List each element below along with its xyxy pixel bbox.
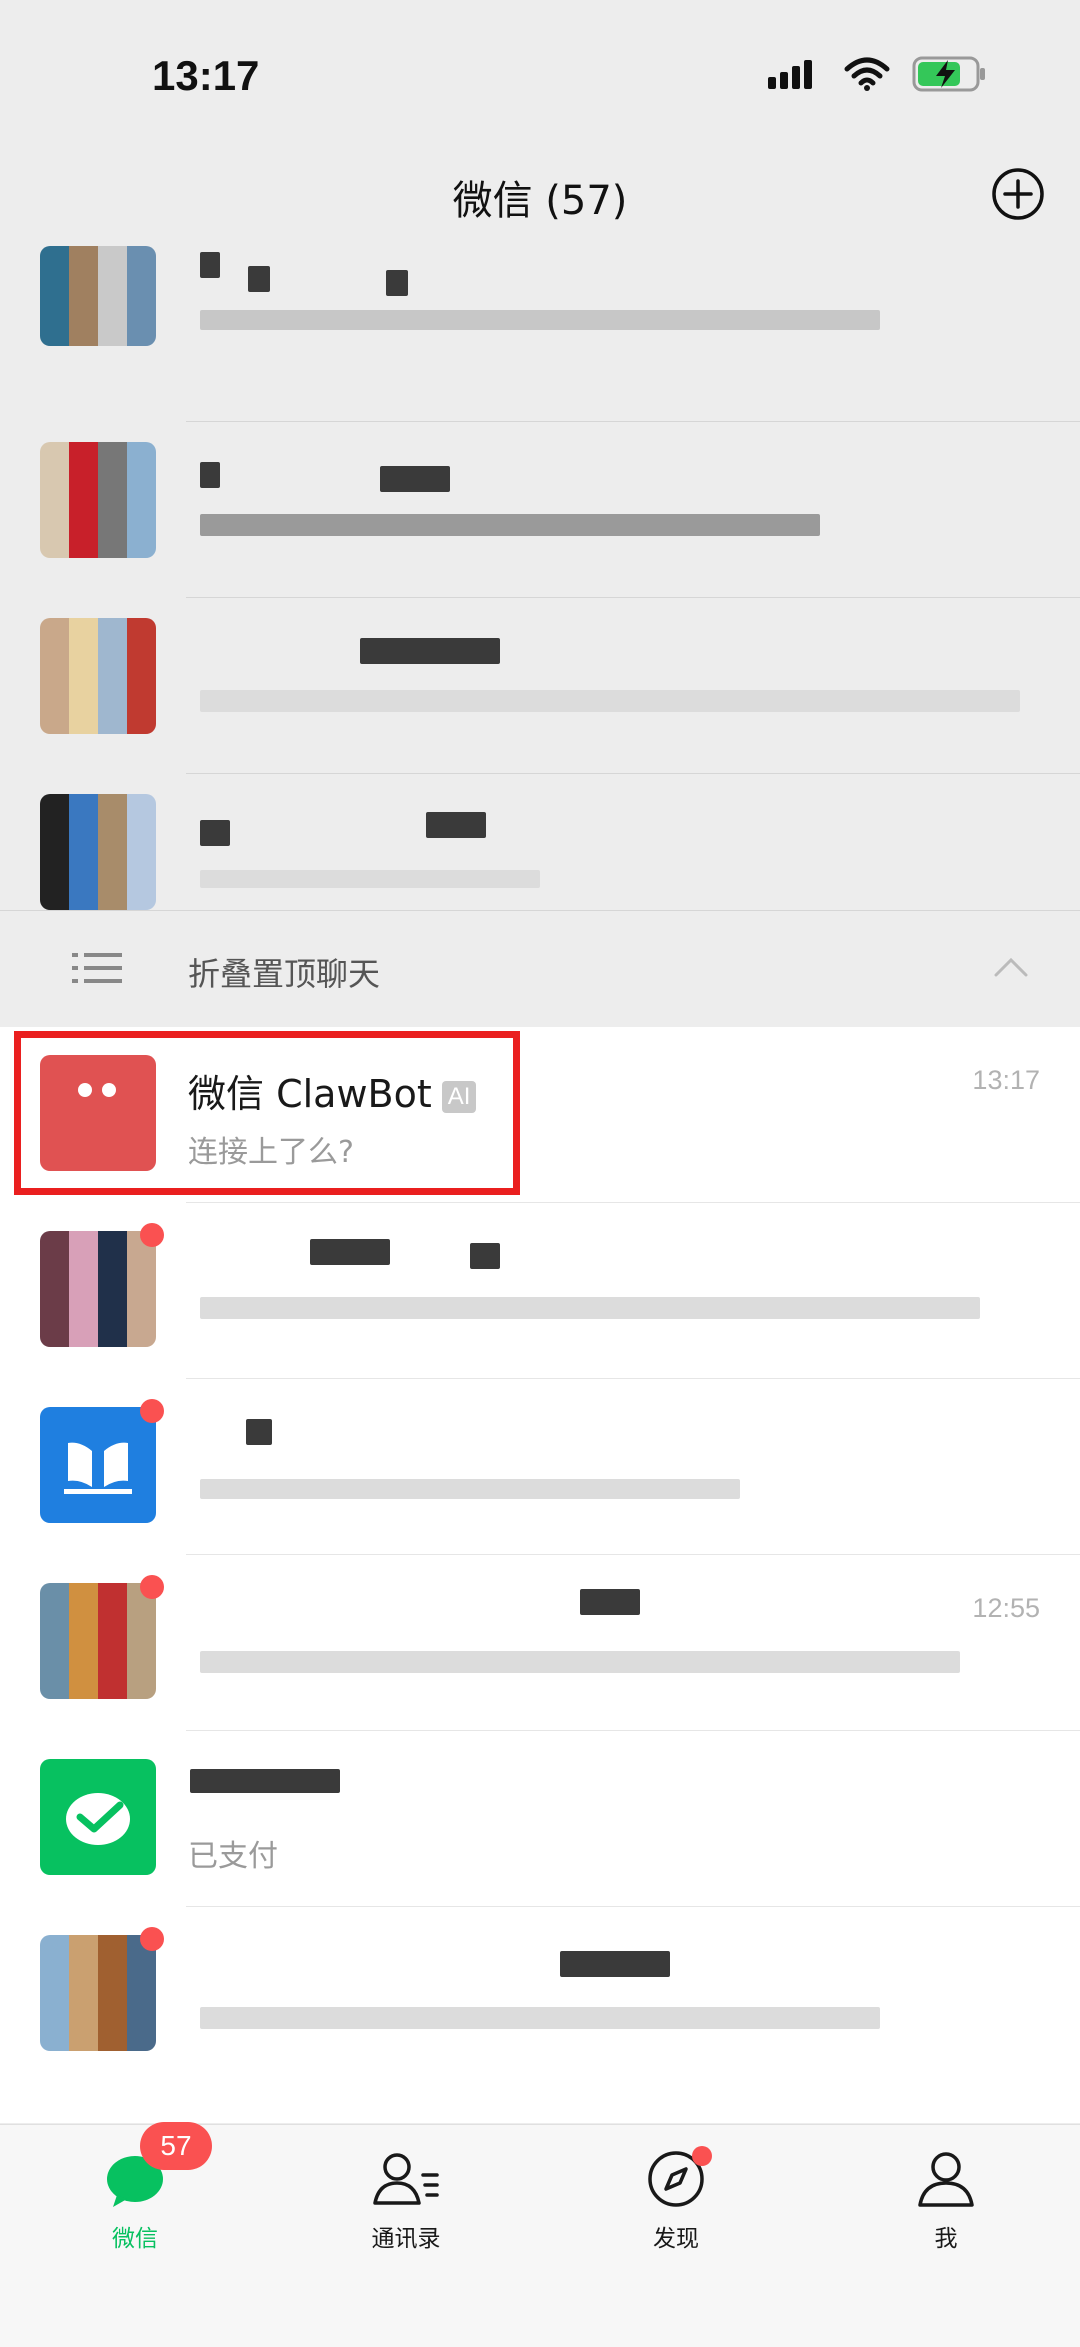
group-avatar xyxy=(40,442,156,558)
group-avatar xyxy=(40,1231,156,1347)
chat-preview: 已支付 xyxy=(188,1839,278,1874)
unread-dot xyxy=(140,1223,164,1247)
discover-dot-badge xyxy=(692,2146,712,2166)
nav-bar: 微信 (57) xyxy=(0,150,1080,246)
fold-label: 折叠置顶聊天 xyxy=(188,955,381,993)
unread-dot xyxy=(140,1927,164,1951)
tab-label: 我 xyxy=(934,2226,958,2252)
battery-charging-icon xyxy=(912,56,985,92)
wifi-icon xyxy=(844,57,890,91)
tab-label: 微信 xyxy=(112,2226,158,2252)
group-avatar xyxy=(40,1935,156,2051)
unread-count-badge: 57 xyxy=(140,2122,212,2170)
tab-discover[interactable]: 发现 xyxy=(586,2149,766,2253)
fold-pinned-chats-bar[interactable]: 折叠置顶聊天 xyxy=(0,910,1080,1028)
pinned-chat-row[interactable] xyxy=(0,598,1080,774)
payment-avatar xyxy=(40,1759,156,1875)
chat-row[interactable]: 12:55 xyxy=(0,1555,1080,1731)
contacts-icon xyxy=(373,2153,439,2205)
chevron-up-icon[interactable] xyxy=(994,957,1028,977)
payment-check-icon xyxy=(66,1793,130,1845)
page-title: 微信 (57) xyxy=(452,178,628,224)
highlight-box xyxy=(14,1031,520,1195)
list-icon xyxy=(72,953,122,983)
group-avatar xyxy=(40,246,156,346)
tab-label: 发现 xyxy=(653,2226,699,2252)
chat-time: 13:17 xyxy=(972,1065,1040,1095)
chat-row[interactable] xyxy=(0,1379,1080,1555)
group-avatar xyxy=(40,618,156,734)
book-icon xyxy=(64,1442,132,1494)
group-avatar xyxy=(40,1583,156,1699)
status-time: 13:17 xyxy=(152,52,260,99)
pinned-chat-list xyxy=(0,246,1080,950)
pinned-chat-row[interactable] xyxy=(0,246,1080,422)
chat-row[interactable] xyxy=(0,1203,1080,1379)
unread-dot xyxy=(140,1575,164,1599)
person-icon xyxy=(918,2152,974,2207)
tab-me[interactable]: 我 xyxy=(856,2149,1036,2253)
unread-dot xyxy=(140,1399,164,1423)
chat-time: 12:55 xyxy=(972,1593,1040,1623)
account-avatar xyxy=(40,1407,156,1523)
chat-row-payment[interactable]: 已支付 xyxy=(0,1731,1080,1907)
tab-label: 通讯录 xyxy=(371,2226,441,2252)
signal-icon xyxy=(768,60,812,89)
status-icons xyxy=(768,56,988,92)
chat-row[interactable] xyxy=(0,1907,1080,2083)
add-plus-button[interactable] xyxy=(990,166,1046,222)
status-bar: 13:17 xyxy=(0,0,1080,150)
group-avatar xyxy=(40,794,156,910)
pinned-chat-row[interactable] xyxy=(0,422,1080,598)
tab-contacts[interactable]: 通讯录 xyxy=(316,2149,496,2253)
